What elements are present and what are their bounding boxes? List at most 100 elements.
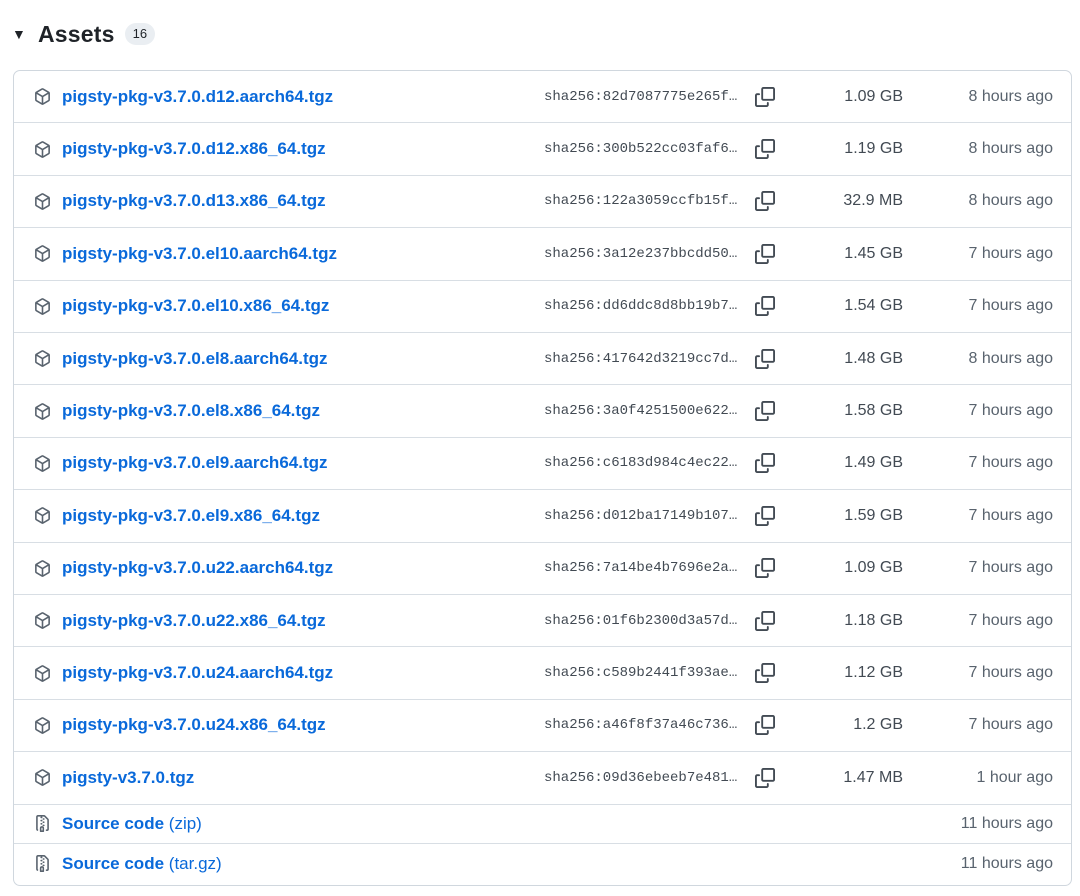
- assets-list: pigsty-pkg-v3.7.0.d12.aarch64.tgz sha256:…: [13, 70, 1072, 886]
- asset-time: 7 hours ago: [968, 402, 1053, 420]
- asset-time: 7 hours ago: [968, 611, 1053, 629]
- package-icon: [34, 507, 51, 525]
- file-zip-icon: [34, 815, 51, 833]
- asset-link[interactable]: pigsty-pkg-v3.7.0.d12.aarch64.tgz: [62, 87, 333, 107]
- asset-time: 8 hours ago: [968, 349, 1053, 367]
- package-icon: [34, 717, 51, 734]
- asset-sha: sha256:a46f8f37a46c736…: [544, 717, 738, 734]
- asset-sha: sha256:01f6b2300d3a57d…: [544, 612, 738, 629]
- copy-icon[interactable]: [754, 452, 776, 474]
- asset-sha: sha256:3a12e237bbcdd50…: [544, 245, 738, 262]
- asset-link[interactable]: pigsty-pkg-v3.7.0.u24.x86_64.tgz: [62, 715, 326, 735]
- asset-size: 1.45 GB: [844, 244, 903, 262]
- asset-row: pigsty-pkg-v3.7.0.u22.aarch64.tgz sha256:…: [14, 543, 1071, 595]
- asset-link[interactable]: pigsty-pkg-v3.7.0.d12.x86_64.tgz: [62, 139, 326, 159]
- asset-sha: sha256:09d36ebeeb7e481…: [544, 769, 738, 786]
- asset-size: 1.59 GB: [844, 506, 903, 524]
- asset-size: 1.54 GB: [844, 297, 903, 315]
- package-icon: [34, 140, 51, 158]
- asset-time: 7 hours ago: [968, 559, 1053, 577]
- source-code-link[interactable]: Source code (tar.gz): [62, 854, 222, 874]
- asset-sha: sha256:122a3059ccfb15f…: [544, 193, 738, 210]
- asset-row: pigsty-pkg-v3.7.0.d12.x86_64.tgz sha256:3…: [14, 123, 1071, 176]
- asset-sha: sha256:d012ba17149b107…: [544, 507, 738, 524]
- copy-icon[interactable]: [754, 243, 776, 265]
- asset-row: pigsty-pkg-v3.7.0.u22.x86_64.tgz sha256:0…: [14, 595, 1071, 648]
- copy-icon[interactable]: [754, 662, 776, 684]
- source-code-row: Source code (tar.gz) 11 hours ago: [14, 844, 1071, 884]
- package-icon: [34, 612, 51, 630]
- asset-time: 8 hours ago: [968, 192, 1053, 210]
- asset-size: 1.19 GB: [844, 140, 903, 158]
- file-zip-icon: [34, 855, 51, 873]
- asset-time: 8 hours ago: [968, 140, 1053, 158]
- package-icon: [34, 455, 51, 472]
- copy-icon[interactable]: [754, 714, 776, 736]
- copy-icon[interactable]: [754, 767, 776, 789]
- asset-row: pigsty-pkg-v3.7.0.el9.aarch64.tgz sha256:…: [14, 438, 1071, 491]
- asset-row: pigsty-pkg-v3.7.0.el9.x86_64.tgz sha256:d…: [14, 490, 1071, 543]
- copy-icon[interactable]: [754, 505, 776, 527]
- assets-count-badge: 16: [124, 23, 156, 45]
- asset-time: 7 hours ago: [968, 297, 1053, 315]
- package-icon: [34, 350, 51, 368]
- asset-time: 7 hours ago: [968, 716, 1053, 734]
- copy-icon[interactable]: [754, 557, 776, 579]
- asset-row: pigsty-v3.7.0.tgz sha256:09d36ebeeb7e481……: [14, 752, 1071, 805]
- copy-icon[interactable]: [754, 190, 776, 212]
- asset-time: 7 hours ago: [968, 664, 1053, 682]
- package-icon: [34, 88, 51, 106]
- source-code-time: 11 hours ago: [960, 814, 1053, 832]
- asset-link[interactable]: pigsty-pkg-v3.7.0.d13.x86_64.tgz: [62, 191, 326, 211]
- assets-header[interactable]: ▼ Assets 16: [12, 18, 156, 50]
- copy-icon[interactable]: [754, 348, 776, 370]
- asset-row: pigsty-pkg-v3.7.0.el8.x86_64.tgz sha256:3…: [14, 385, 1071, 438]
- copy-icon[interactable]: [754, 610, 776, 632]
- asset-sha: sha256:dd6ddc8d8bb19b7…: [544, 298, 738, 315]
- asset-link[interactable]: pigsty-pkg-v3.7.0.u22.aarch64.tgz: [62, 558, 333, 578]
- collapse-caret-icon[interactable]: ▼: [12, 26, 30, 42]
- asset-link[interactable]: pigsty-pkg-v3.7.0.u22.x86_64.tgz: [62, 611, 326, 631]
- asset-link[interactable]: pigsty-pkg-v3.7.0.el8.x86_64.tgz: [62, 401, 320, 421]
- asset-row: pigsty-pkg-v3.7.0.d12.aarch64.tgz sha256:…: [14, 71, 1071, 124]
- asset-row: pigsty-pkg-v3.7.0.el10.aarch64.tgz sha256…: [14, 228, 1071, 281]
- asset-link[interactable]: pigsty-pkg-v3.7.0.el10.aarch64.tgz: [62, 244, 337, 264]
- package-icon: [34, 559, 51, 577]
- asset-link[interactable]: pigsty-pkg-v3.7.0.el10.x86_64.tgz: [62, 296, 329, 316]
- asset-row: pigsty-pkg-v3.7.0.u24.x86_64.tgz sha256:a…: [14, 700, 1071, 753]
- asset-size: 1.12 GB: [844, 664, 903, 682]
- asset-row: pigsty-pkg-v3.7.0.d13.x86_64.tgz sha256:1…: [14, 176, 1071, 229]
- asset-link[interactable]: pigsty-pkg-v3.7.0.el9.x86_64.tgz: [62, 506, 320, 526]
- copy-icon[interactable]: [754, 400, 776, 422]
- source-code-label: Source code: [62, 813, 165, 833]
- asset-sha: sha256:c6183d984c4ec22…: [544, 455, 738, 472]
- asset-time: 7 hours ago: [968, 244, 1053, 262]
- asset-link[interactable]: pigsty-pkg-v3.7.0.u24.aarch64.tgz: [62, 663, 333, 683]
- source-code-time: 11 hours ago: [960, 854, 1053, 872]
- asset-link[interactable]: pigsty-v3.7.0.tgz: [62, 768, 194, 788]
- asset-size: 1.49 GB: [844, 454, 903, 472]
- source-code-link[interactable]: Source code (zip): [62, 814, 202, 834]
- asset-size: 1.09 GB: [844, 87, 903, 105]
- asset-size: 1.2 GB: [853, 716, 903, 734]
- asset-time: 1 hour ago: [976, 768, 1053, 786]
- asset-row: pigsty-pkg-v3.7.0.el10.x86_64.tgz sha256:…: [14, 281, 1071, 333]
- copy-icon[interactable]: [754, 295, 776, 317]
- asset-size: 1.18 GB: [844, 611, 903, 629]
- copy-icon[interactable]: [754, 138, 776, 160]
- copy-icon[interactable]: [754, 86, 776, 108]
- asset-link[interactable]: pigsty-pkg-v3.7.0.el9.aarch64.tgz: [62, 453, 328, 473]
- asset-size: 1.09 GB: [844, 559, 903, 577]
- asset-size: 1.58 GB: [844, 402, 903, 420]
- asset-time: 7 hours ago: [968, 454, 1053, 472]
- package-icon: [34, 245, 51, 263]
- asset-link[interactable]: pigsty-pkg-v3.7.0.el8.aarch64.tgz: [62, 349, 328, 369]
- source-code-label: Source code: [62, 853, 165, 873]
- package-icon: [34, 193, 51, 210]
- assets-title: Assets: [38, 20, 115, 47]
- asset-row: pigsty-pkg-v3.7.0.el8.aarch64.tgz sha256:…: [14, 333, 1071, 386]
- asset-sha: sha256:3a0f4251500e622…: [544, 403, 738, 420]
- asset-row: pigsty-pkg-v3.7.0.u24.aarch64.tgz sha256:…: [14, 647, 1071, 700]
- asset-sha: sha256:417642d3219cc7d…: [544, 350, 738, 367]
- asset-sha: sha256:82d7087775e265f…: [544, 88, 738, 105]
